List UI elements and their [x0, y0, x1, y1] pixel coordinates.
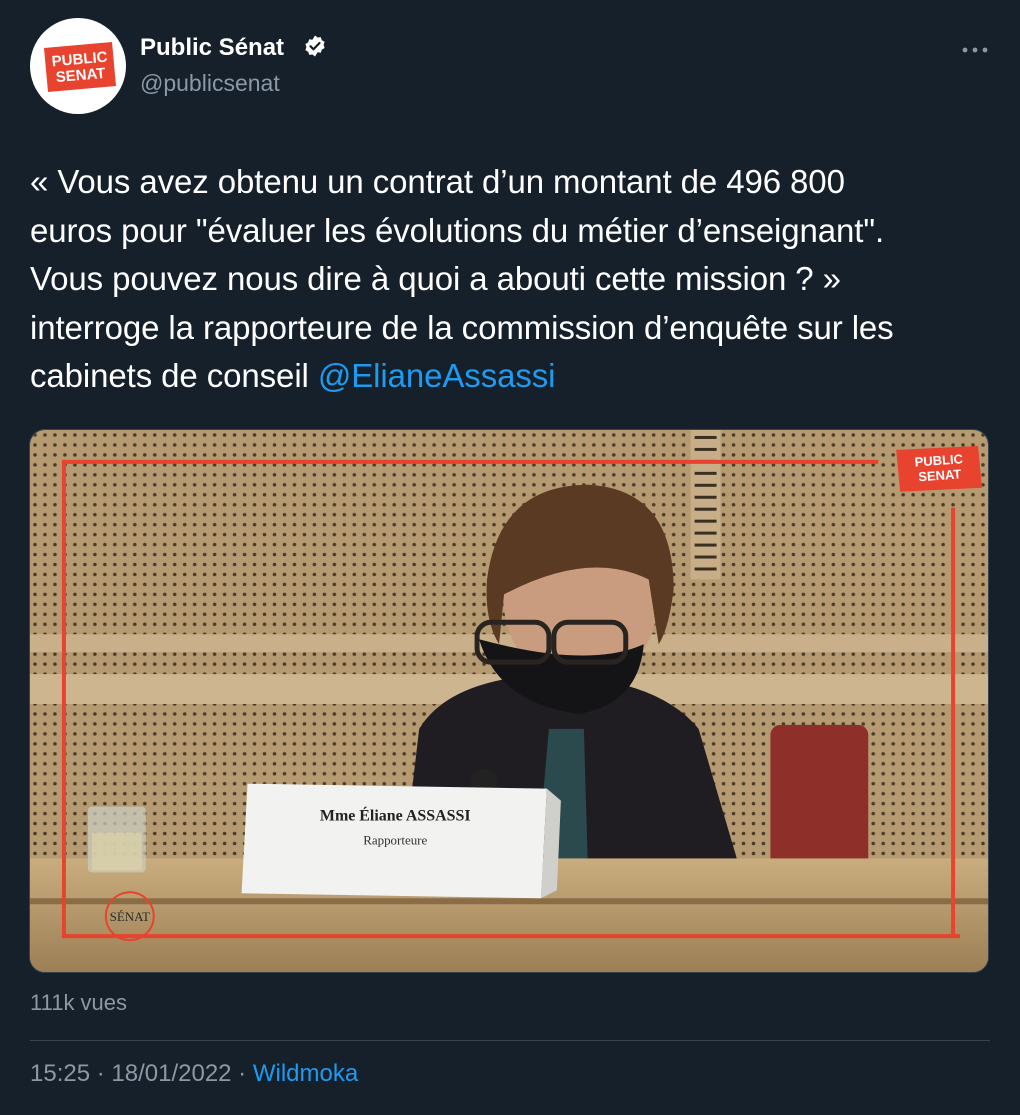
channel-logo-line2: SENAT [918, 466, 962, 484]
mention-link[interactable]: @ElianeAssassi [318, 357, 556, 394]
video-media[interactable]: Mme Éliane ASSASSI Rapporteure PUBLIC SE… [29, 429, 989, 973]
desk-edge [30, 898, 988, 905]
meta-separator: · [90, 1060, 112, 1087]
tweet-meta: 15:25 · 18/01/2022 · Wildmoka [30, 1060, 358, 1088]
author-handle[interactable]: @publicsenat [140, 70, 280, 97]
more-options-button[interactable] [958, 36, 992, 64]
water [91, 832, 142, 871]
divider [30, 1040, 990, 1041]
tweet-source-link[interactable]: Wildmoka [253, 1060, 358, 1087]
nameplate: Mme Éliane ASSASSI Rapporteure [241, 783, 561, 899]
nameplate-name: Mme Éliane ASSASSI [320, 806, 471, 825]
video-frame: Mme Éliane ASSASSI Rapporteure PUBLIC SE… [30, 430, 988, 972]
tweet-text-line: « Vous avez obtenu un contrat d’un monta… [30, 163, 845, 200]
verified-badge-icon [305, 35, 325, 57]
tweet-text-line: Vous pouvez nous dire à quoi a abouti ce… [30, 260, 841, 297]
meta-separator: · [231, 1060, 253, 1087]
public-senat-logo: PUBLIC SENAT [44, 42, 116, 92]
tweet-text-line: interroge la rapporteure de la commissio… [30, 308, 894, 346]
tweet-time[interactable]: 15:25 [30, 1060, 90, 1087]
tweet-date[interactable]: 18/01/2022 [111, 1060, 231, 1087]
author-name[interactable]: Public Sénat [140, 34, 284, 62]
slotted-panel [690, 430, 721, 580]
view-count: 111k vues [30, 990, 128, 1015]
avatar[interactable]: PUBLIC SENAT [30, 18, 126, 114]
tweet-text-line: cabinets de conseil @ElianeAssassi [30, 352, 990, 401]
nameplate-role: Rapporteure [363, 832, 427, 847]
more-options-icon [962, 47, 988, 53]
senat-mark-text: SÉNAT [110, 909, 150, 924]
tweet-text-line-last: cabinets de conseil [30, 357, 318, 394]
tweet-text-line: euros pour "évaluer les évolutions du mé… [30, 211, 885, 249]
channel-logo: PUBLIC SENAT [896, 445, 983, 492]
tweet-text: « Vous avez obtenu un contrat d’un monta… [30, 158, 990, 401]
